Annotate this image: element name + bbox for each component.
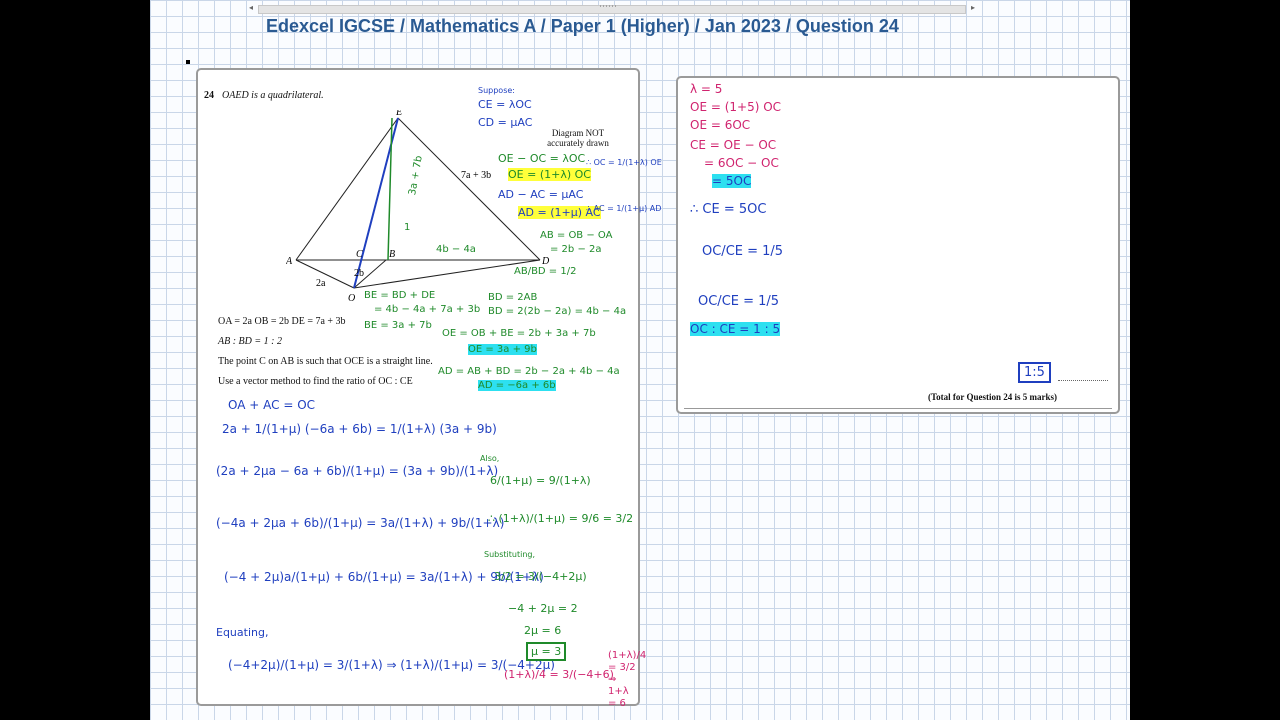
note-oe-minus: OE − OC = λOC: [498, 152, 586, 165]
note-adv-2: AD = −6a + 6b: [478, 380, 556, 391]
note-ab-1: AB = OB − OA: [540, 230, 613, 241]
note-also: Also,: [480, 454, 500, 463]
work-line-3: (2a + 2μa − 6a + 6b)/(1+μ) = (3a + 9b)/(…: [216, 464, 499, 478]
note-also-1: 6/(1+μ) = 9/(1+λ): [490, 474, 591, 487]
ans-ratio-1: OC/CE = 1/5: [702, 244, 784, 259]
question-intro: OAED is a quadrilateral.: [222, 90, 324, 101]
work-line-1: OA + AC = OC: [228, 398, 316, 412]
scroll-left-icon[interactable]: ◂: [249, 3, 253, 12]
total-marks: (Total for Question 24 is 5 marks): [928, 392, 1058, 402]
note-adv-1: AD = AB + BD = 2b − 2a + 4b − 4a: [438, 366, 620, 377]
note-oe-eq: OE = (1+λ) OC: [508, 168, 591, 181]
note-subst-3: 2μ = 6: [524, 624, 562, 637]
note-subst-2: −4 + 2μ = 2: [508, 602, 578, 615]
label-b: B: [389, 249, 395, 260]
vector-definitions: OA = 2a OB = 2b DE = 7a + 3b: [218, 316, 346, 327]
answer-panel: λ = 5 OE = (1+5) OC OE = 6OC CE = OE − O…: [676, 76, 1120, 414]
label-c: C: [356, 249, 363, 260]
line-be: [387, 117, 393, 261]
note-subst: Substituting,: [484, 550, 536, 559]
edge-ea: [295, 117, 399, 261]
diagram-note: Diagram NOT accurately drawn: [547, 128, 609, 148]
note-ab-2: = 2b − 2a: [550, 244, 602, 255]
label-a: A: [286, 256, 293, 267]
final-answer-box: 1:5: [1018, 362, 1051, 383]
ans-oe-1: OE = (1+5) OC: [690, 100, 782, 114]
ans-ce-1: CE = OE − OC: [690, 138, 777, 152]
note-also-2: ∴ (1+λ)/(1+μ) = 9/6 = 3/2: [488, 512, 634, 525]
note-oe-2: OE = 3a + 9b: [468, 344, 537, 355]
note-cd-def: CD = μAC: [478, 116, 533, 129]
panel-divider: [684, 408, 1112, 409]
note-suppose: Suppose:: [478, 86, 515, 95]
ans-ratio-2: OC/CE = 1/5: [698, 294, 780, 309]
note-ce-def: CE = λOC: [478, 98, 532, 111]
note-bd-diagram: 4b − 4a: [436, 244, 476, 255]
ratio-ab-bd: AB : BD = 1 : 2: [218, 336, 282, 347]
work-equating: Equating,: [216, 626, 269, 639]
note-oe-1: OE = OB + BE = 2b + 3a + 7b: [442, 328, 596, 339]
note-oc-eq: ∴ OC = 1/(1+λ) OE: [586, 158, 662, 167]
note-ac-eq: ∴ AC = 1/(1+μ) AD: [586, 204, 662, 213]
note-be-1: BE = BD + DE: [364, 290, 436, 301]
ans-oe-2: OE = 6OC: [690, 118, 751, 132]
note-ad-minus: AD − AC = μAC: [498, 188, 584, 201]
note-bd-2: BD = 2(2b − 2a) = 4b − 4a: [488, 306, 627, 317]
point-c-statement: The point C on AB is such that OCE is a …: [218, 356, 433, 367]
label-o: O: [348, 293, 355, 304]
ans-ce-4: ∴ CE = 5OC: [690, 202, 767, 217]
note-bd-1: BD = 2AB: [488, 292, 538, 303]
note-pink-1: (1+λ)/4 = 3/(−4+6): [504, 668, 614, 681]
note-be-3: BE = 3a + 7b: [364, 320, 432, 331]
scroll-grip-icon[interactable]: ⋯⋯: [599, 2, 617, 12]
ans-ce-3: = 5OC: [712, 174, 752, 188]
note-pink-2: (1+λ)/4 = 3/2 ⇒ 1+λ = 6: [608, 650, 647, 709]
bullet-mark: [186, 60, 190, 64]
ans-lambda: λ = 5: [690, 82, 723, 96]
horizontal-scrollbar[interactable]: ◂ ⋯⋯ ▸: [249, 2, 975, 14]
note-subst-1: 3/2 = 3/(−4+2μ): [494, 570, 587, 583]
note-one: 1: [404, 222, 411, 233]
question-panel: 24 OAED is a quadrilateral. E A C B D O …: [196, 68, 662, 709]
question-number: 24: [204, 90, 214, 101]
task-statement: Use a vector method to find the ratio of…: [218, 376, 413, 387]
ans-ratio-3: OC : CE = 1 : 5: [690, 322, 781, 336]
label-oa: 2a: [316, 278, 326, 289]
label-de: 7a + 3b: [461, 170, 491, 181]
note-ratio: AB/BD = 1/2: [514, 266, 577, 277]
work-line-4: (−4a + 2μa + 6b)/(1+μ) = 3a/(1+λ) + 9b/(…: [216, 516, 505, 530]
answer-dotted-line: [1058, 380, 1108, 381]
label-e: E: [395, 110, 402, 118]
page-title: Edexcel IGCSE / Mathematics A / Paper 1 …: [266, 16, 899, 36]
ans-ce-2: = 6OC − OC: [704, 156, 779, 170]
worksheet-page: ◂ ⋯⋯ ▸ Edexcel IGCSE / Mathematics A / P…: [150, 0, 1130, 720]
note-mu-answer: μ = 3: [526, 642, 567, 661]
label-ob: 2b: [354, 268, 364, 279]
work-line-2: 2a + 1/(1+μ) (−6a + 6b) = 1/(1+λ) (3a + …: [222, 422, 497, 436]
scroll-right-icon[interactable]: ▸: [971, 3, 975, 12]
note-be-2: = 4b − 4a + 7a + 3b: [374, 304, 481, 315]
